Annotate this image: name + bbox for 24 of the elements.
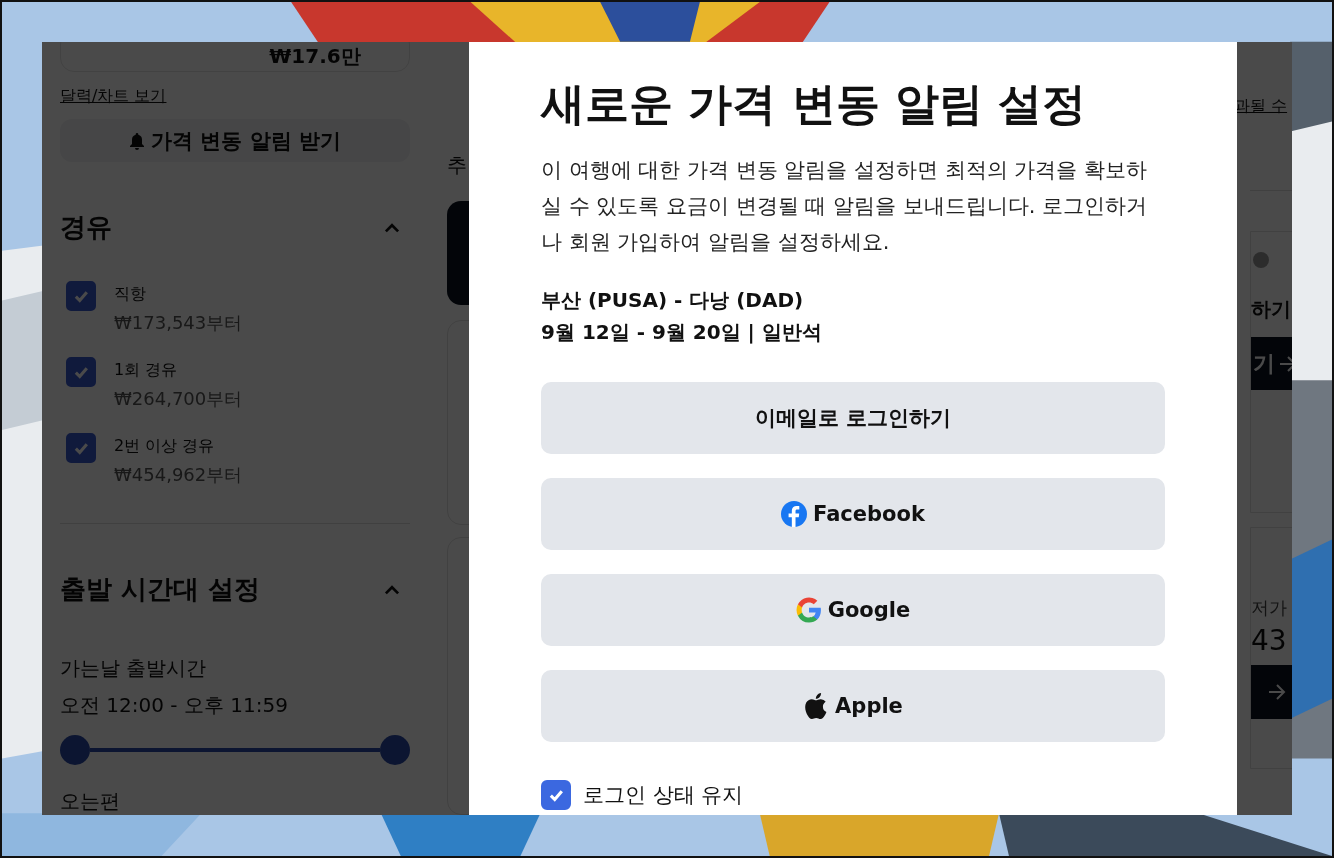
email-login-button[interactable]: 이메일로 로그인하기: [541, 382, 1165, 454]
return-label: 오는편: [60, 788, 121, 815]
option-label: 2번 이상 경유: [114, 436, 216, 458]
google-login-button[interactable]: Google: [541, 574, 1165, 646]
dialog-description: 이 여행에 대한 가격 변동 알림을 설정하면 최적의 가격을 확보하실 수 있도록 요금이 변경될 때 알림을 보내드립니다. 로그인하거나 회원 가입하여 알림을 설정하세요.: [541, 157, 1149, 256]
option-label: 1회 경유: [114, 360, 179, 382]
section-title: 경유: [60, 211, 112, 245]
apple-login-button[interactable]: Apple: [541, 670, 1165, 742]
checkbox[interactable]: [541, 780, 571, 810]
price-text: 43: [1251, 624, 1288, 657]
google-icon: [795, 597, 822, 623]
checkbox-label: 로그인 상태 유지: [583, 782, 744, 809]
option-label: 직항: [114, 284, 147, 306]
section-title: 출발 시간대 설정: [60, 573, 261, 607]
date-text: 9월 12일 - 9월 20일 | 일반석: [541, 319, 823, 346]
time-range: 오전 12:00 - 오후 11:59: [60, 692, 289, 720]
departure-label: 가는날 출발시간: [60, 655, 208, 683]
dialog-title: 새로운 가격 변동 알림 설정: [541, 77, 1088, 131]
action-title: 하기: [1251, 296, 1292, 323]
section-heading: 추: [447, 152, 467, 179]
facebook-icon: [781, 501, 808, 527]
facebook-login-button[interactable]: Facebook: [541, 478, 1165, 550]
route-text: 부산 (PUSA) - 다낭 (DAD): [541, 287, 805, 314]
price-text: ₩17.6만: [269, 45, 361, 68]
